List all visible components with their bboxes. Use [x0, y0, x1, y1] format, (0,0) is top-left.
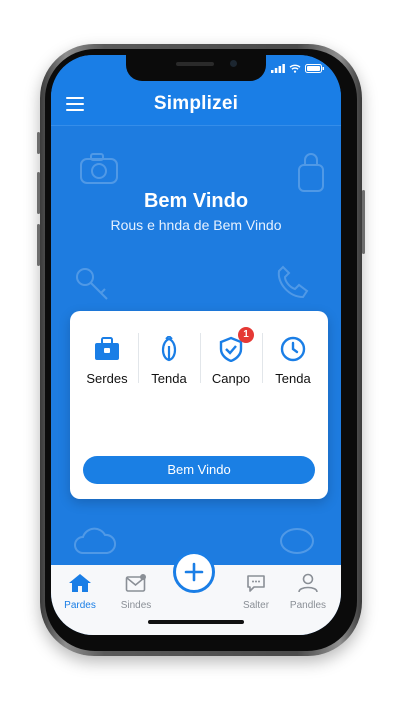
quick-actions-card: Serdes Tenda 1 Canpo Tenda Bem Vindo	[70, 311, 328, 499]
bag-doodle-icon	[298, 153, 324, 192]
card-item-canpo[interactable]: 1 Canpo	[200, 327, 262, 386]
wifi-icon	[289, 64, 301, 73]
volume-down-button	[37, 224, 40, 266]
cloud-doodle-icon	[74, 527, 116, 554]
briefcase-icon	[95, 337, 119, 360]
mute-switch	[37, 132, 40, 154]
home-icon	[69, 574, 91, 592]
add-button[interactable]	[173, 551, 215, 593]
welcome-subtitle: Rous e hnda de Bem Vindo	[110, 217, 282, 233]
tab-pandles[interactable]: Pandles	[279, 573, 337, 611]
app-title: Simplizei	[153, 93, 239, 114]
chat-icon	[247, 575, 265, 592]
bottom-tab-bar: Pardes Sindes Salter Pandles	[51, 551, 341, 635]
card-item-tenda-clock[interactable]: Tenda	[262, 335, 324, 386]
tab-label: Pandles	[289, 600, 327, 611]
tab-sindes[interactable]: Sindes	[107, 573, 165, 611]
tab-label: Sindes	[120, 600, 152, 611]
bem-vindo-button[interactable]: Bem Vindo	[83, 456, 315, 484]
notch	[126, 55, 266, 81]
tab-salter[interactable]: Salter	[227, 573, 285, 611]
power-button	[362, 190, 365, 254]
plus-icon	[184, 562, 204, 582]
card-item-label: Serdes	[86, 371, 128, 386]
card-item-label: Tenda	[151, 371, 187, 386]
home-indicator	[148, 620, 244, 624]
mail-icon	[125, 574, 146, 592]
key-doodle-icon	[76, 268, 108, 300]
screen: Simplizei Bem Vindo Rous e hnda de Bem V…	[51, 55, 341, 635]
speaker-grille	[176, 62, 214, 66]
notification-badge: 1	[238, 327, 254, 343]
camera-doodle-icon	[80, 153, 118, 184]
tab-pardes[interactable]: Pardes	[51, 573, 109, 611]
card-item-serdes[interactable]: Serdes	[76, 335, 138, 386]
phone-doodle-icon	[277, 265, 309, 299]
card-item-label: Tenda	[275, 371, 311, 386]
clock-icon	[280, 336, 306, 362]
card-item-label: Canpo	[211, 371, 251, 386]
card-item-tenda[interactable]: Tenda	[138, 335, 200, 386]
welcome-title: Bem Vindo	[143, 190, 249, 212]
tent-icon	[161, 336, 177, 362]
phone-frame: Simplizei Bem Vindo Rous e hnda de Bem V…	[37, 44, 365, 656]
tab-label: Salter	[242, 600, 270, 611]
tab-label: Pardes	[64, 600, 96, 611]
lemon-doodle-icon	[280, 528, 314, 554]
front-camera	[230, 60, 237, 67]
status-icons	[271, 64, 325, 73]
signal-icon	[271, 64, 285, 73]
battery-icon	[305, 64, 324, 73]
user-icon	[298, 573, 318, 593]
volume-up-button	[37, 172, 40, 214]
